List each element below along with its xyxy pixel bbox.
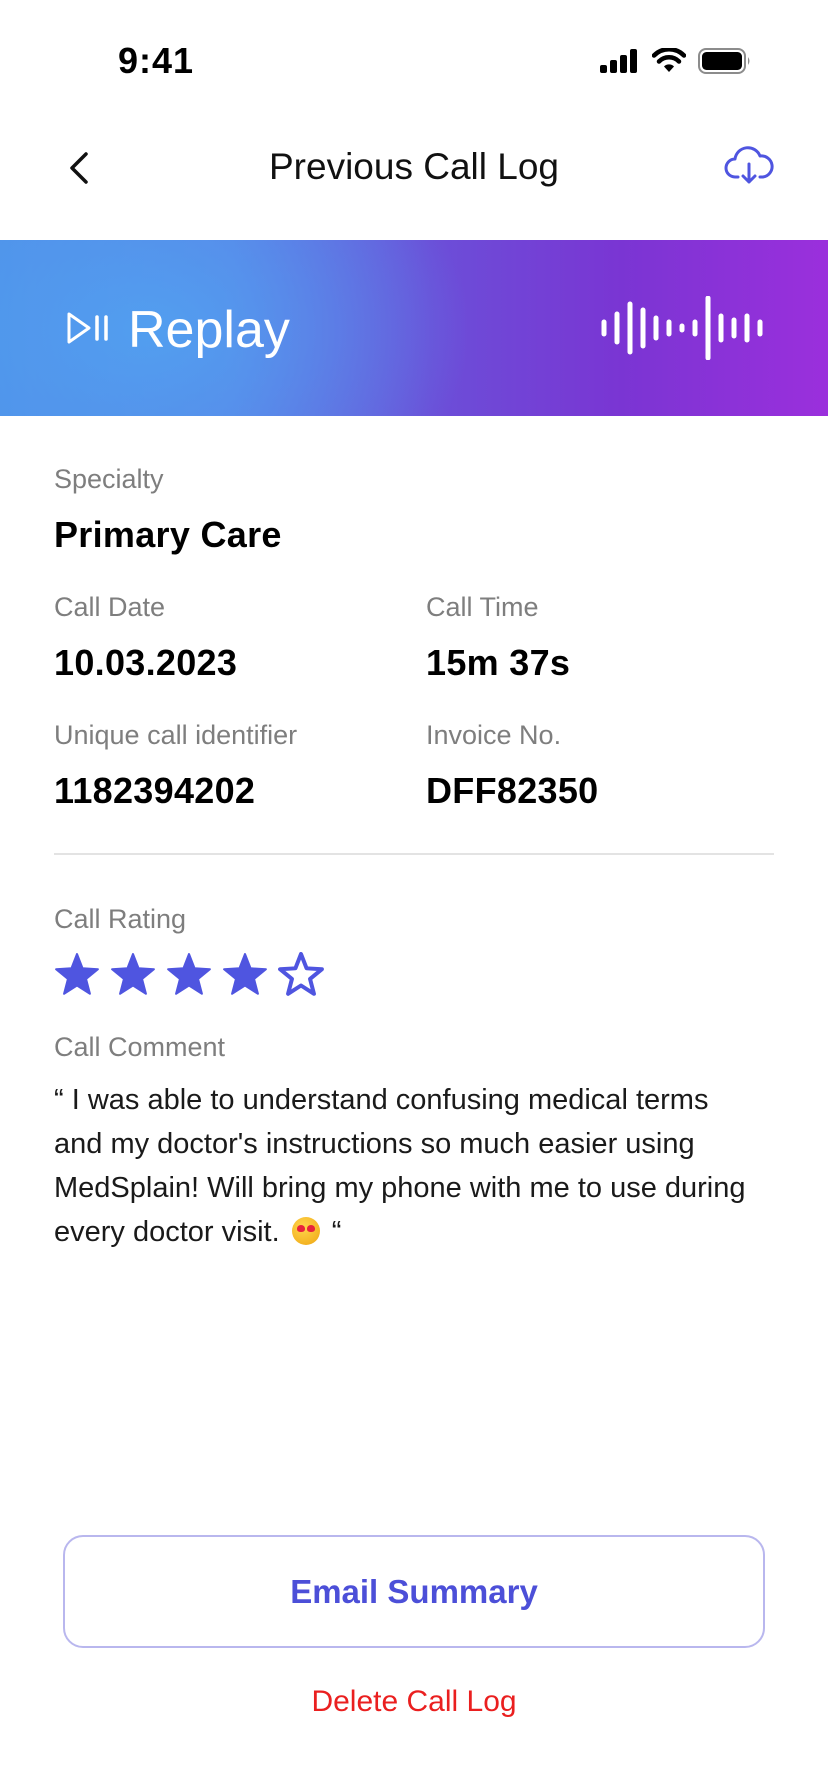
- call-rating-label: Call Rating: [54, 904, 187, 934]
- cellular-signal-icon: [600, 49, 637, 73]
- comment-body: “ I was able to understand confusing med…: [54, 1084, 746, 1248]
- divider: [54, 853, 774, 855]
- call-comment-text: “ I was able to understand confusing med…: [54, 1078, 754, 1254]
- star-filled-icon[interactable]: [166, 952, 212, 998]
- replay-label: Replay: [128, 301, 290, 359]
- comment-close-quote: “: [331, 1216, 342, 1248]
- replay-banner[interactable]: Replay: [0, 240, 828, 416]
- page-title: Previous Call Log: [269, 146, 559, 187]
- star-filled-icon[interactable]: [54, 952, 100, 998]
- star-filled-icon[interactable]: [222, 952, 268, 998]
- star-filled-icon[interactable]: [110, 952, 156, 998]
- wifi-icon: [652, 48, 686, 72]
- delete-call-log-button[interactable]: Delete Call Log: [0, 1685, 828, 1719]
- call-log-screen: 9:41 Previous Call Log Replay Specialty …: [0, 0, 828, 1792]
- specialty-label: Specialty: [54, 464, 164, 494]
- play-pause-icon: [67, 312, 108, 344]
- battery-icon: [698, 48, 750, 74]
- star-rating[interactable]: [54, 952, 324, 998]
- call-id-label: Unique call identifier: [54, 720, 298, 750]
- email-summary-button[interactable]: Email Summary: [63, 1535, 765, 1648]
- call-comment-label: Call Comment: [54, 1032, 226, 1062]
- status-icons: [600, 48, 752, 74]
- cloud-download-icon: [724, 146, 774, 184]
- invoice-label: Invoice No.: [426, 720, 562, 750]
- heart-eyes-emoji-icon: [291, 1217, 320, 1245]
- call-date-value: 10.03.2023: [54, 642, 238, 683]
- call-time-value: 15m 37s: [426, 642, 571, 683]
- audio-waveform-icon: [601, 296, 763, 360]
- call-id-value: 1182394202: [54, 770, 256, 811]
- star-outline-icon[interactable]: [278, 952, 324, 998]
- call-time-label: Call Time: [426, 592, 539, 622]
- call-date-label: Call Date: [54, 592, 166, 622]
- download-button[interactable]: [724, 144, 774, 188]
- invoice-value: DFF82350: [426, 770, 599, 811]
- specialty-value: Primary Care: [54, 514, 282, 555]
- status-time: 9:41: [118, 40, 195, 81]
